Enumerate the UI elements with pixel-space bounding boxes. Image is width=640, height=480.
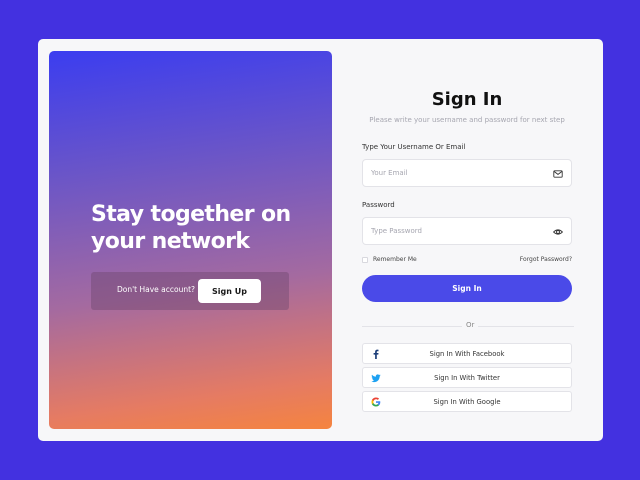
- facebook-label: Sign In With Facebook: [429, 350, 505, 358]
- password-input[interactable]: [371, 224, 541, 238]
- divider-text: Or: [462, 321, 479, 329]
- sign-in-button[interactable]: Sign In: [362, 275, 572, 302]
- sign-in-google-button[interactable]: Sign In With Google: [362, 391, 572, 412]
- sign-in-twitter-button[interactable]: Sign In With Twitter: [362, 367, 572, 388]
- forgot-password-link[interactable]: Forgot Password?: [520, 256, 572, 263]
- remember-me-checkbox[interactable]: [362, 256, 368, 263]
- sign-in-form: Sign In Please write your username and p…: [362, 39, 592, 441]
- signup-box: Don't Have account? Sign Up: [91, 272, 289, 310]
- hero-panel: Stay together on your network Don't Have…: [49, 51, 332, 429]
- sign-in-facebook-button[interactable]: Sign In With Facebook: [362, 343, 572, 364]
- hero-title-line-1: Stay together on: [91, 202, 291, 227]
- remember-me-label: Remember Me: [373, 256, 417, 263]
- login-card: Stay together on your network Don't Have…: [38, 39, 603, 441]
- remember-me[interactable]: Remember Me: [362, 256, 417, 263]
- username-label: Type Your Username Or Email: [362, 143, 466, 151]
- google-label: Sign In With Google: [433, 398, 501, 406]
- password-label: Password: [362, 201, 395, 209]
- sign-up-button[interactable]: Sign Up: [198, 279, 261, 303]
- mail-icon: [553, 170, 563, 178]
- page-title: Sign In: [431, 89, 503, 110]
- email-input[interactable]: [371, 166, 541, 180]
- password-field: [362, 217, 572, 245]
- page-subtitle: Please write your username and password …: [369, 116, 565, 124]
- hero-title-line-2: your network: [91, 229, 250, 254]
- twitter-label: Sign In With Twitter: [434, 374, 500, 382]
- eye-icon[interactable]: [553, 227, 563, 237]
- email-field: [362, 159, 572, 187]
- signup-prompt: Don't Have account?: [117, 285, 196, 294]
- hero-title: Stay together on your network: [91, 201, 321, 255]
